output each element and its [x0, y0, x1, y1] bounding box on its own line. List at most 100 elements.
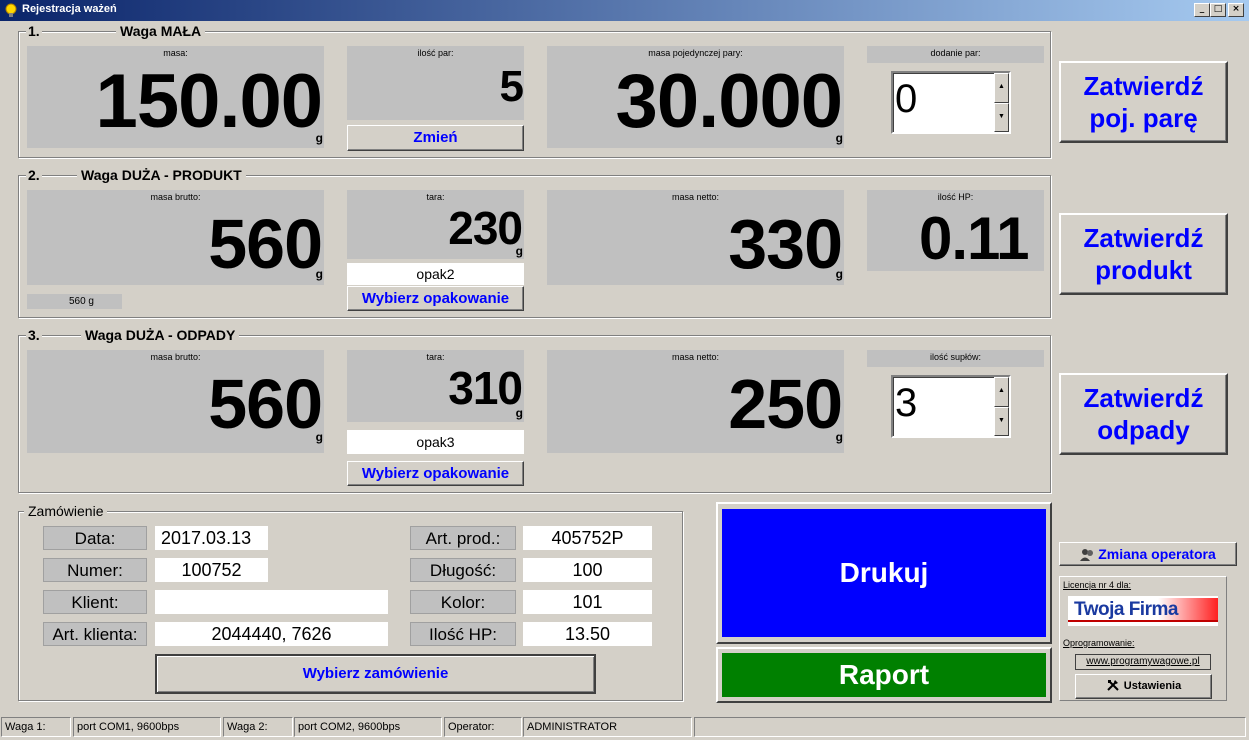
tara-produkt-unit: g	[515, 244, 523, 258]
zatwierdz-produkt-line1: Zatwierdź	[1083, 223, 1204, 253]
zmiana-operatora-label: Zmiana operatora	[1098, 546, 1216, 562]
numer-label: Numer:	[43, 558, 147, 582]
tara-produkt-value: 230	[448, 202, 523, 254]
netto-odpady-unit: g	[835, 430, 843, 444]
dlugosc-label: Długość:	[410, 558, 516, 582]
dlugosc-value: 100	[523, 558, 652, 582]
oprogramowanie-label: Oprogramowanie:	[1063, 638, 1135, 648]
section-2-title: Waga DUŻA - PRODUKT	[77, 167, 246, 183]
status-bar: Waga 1: port COM1, 9600bps Waga 2: port …	[0, 714, 1249, 740]
zatwierdz-pare-button[interactable]: Zatwierdź poj. parę	[1059, 61, 1228, 143]
close-button[interactable]: ×	[1228, 3, 1244, 17]
brutto-produkt-value: 560	[208, 205, 323, 283]
section-1-number: 1.	[26, 23, 42, 39]
waga2-value: port COM2, 9600bps	[294, 717, 442, 737]
zatwierdz-pare-line2: poj. parę	[1089, 103, 1198, 133]
netto-produkt-panel: masa netto: 330 g	[547, 190, 844, 285]
ilosc-hp-order-value: 13.50	[523, 622, 652, 646]
opakowanie-odpady-field: opak3	[347, 430, 524, 454]
netto-produkt-value: 330	[728, 205, 843, 283]
numer-value: 100752	[155, 558, 268, 582]
dodanie-par-value: 0	[895, 77, 918, 121]
ilosc-hp-value: 0.11	[919, 205, 1029, 271]
spin-down-icon[interactable]: ▼	[994, 406, 1009, 436]
dodanie-par-spinner[interactable]: 0 ▲ ▼	[891, 71, 1011, 134]
tara-odpady-unit: g	[515, 406, 523, 420]
tara-odpady-panel: tara: 310 g	[347, 350, 524, 422]
zatwierdz-produkt-line2: produkt	[1095, 255, 1192, 285]
zmien-button[interactable]: Zmień	[347, 125, 524, 151]
art-klienta-value: 2044440, 7626	[155, 622, 388, 646]
dodanie-par-header: dodanie par:	[867, 46, 1044, 63]
logo-text: Twoja Firma	[1074, 599, 1178, 620]
drukuj-button[interactable]: Drukuj	[716, 502, 1052, 644]
ilosc-suplow-label: ilość supłów:	[929, 352, 982, 362]
zatwierdz-odpady-button[interactable]: Zatwierdź odpady	[1059, 373, 1228, 455]
section-3-number: 3.	[26, 327, 42, 343]
netto-odpady-value: 250	[728, 365, 843, 443]
ilosc-par-value: 5	[499, 62, 525, 111]
zatwierdz-odpady-line1: Zatwierdź	[1083, 383, 1204, 413]
ilosc-suplow-header: ilość supłów:	[867, 350, 1044, 367]
ustawienia-button[interactable]: Ustawienia	[1075, 674, 1212, 699]
masa-pary-label: masa pojedynczej pary:	[648, 48, 743, 58]
brutto-odpady-unit: g	[315, 430, 323, 444]
ilosc-suplow-spinner[interactable]: 3 ▲ ▼	[891, 375, 1011, 438]
ustawienia-label: Ustawienia	[1123, 680, 1182, 692]
kolor-value: 101	[523, 590, 652, 614]
ilosc-par-label: ilość par:	[417, 48, 454, 58]
zatwierdz-pare-line1: Zatwierdź	[1083, 71, 1204, 101]
tara-produkt-panel: tara: 230 g	[347, 190, 524, 259]
operator-icon	[1080, 545, 1094, 561]
data-value: 2017.03.13	[155, 526, 268, 550]
brutto-produkt-label: masa brutto:	[150, 192, 201, 202]
netto-odpady-panel: masa netto: 250 g	[547, 350, 844, 453]
masa-value: 150.00	[95, 59, 323, 144]
maximize-button[interactable]: □	[1210, 3, 1226, 17]
tools-icon	[1106, 678, 1120, 692]
spin-up-icon[interactable]: ▲	[994, 73, 1009, 103]
raport-button[interactable]: Raport	[716, 647, 1052, 703]
netto-produkt-unit: g	[835, 267, 843, 281]
masa-unit: g	[315, 131, 323, 145]
zatwierdz-produkt-button[interactable]: Zatwierdź produkt	[1059, 213, 1228, 295]
window-client: 1. Waga MAŁA masa: 150.00 g ilość par: 5…	[0, 21, 1249, 740]
art-prod-label: Art. prod.:	[410, 526, 516, 550]
brutto-produkt-unit: g	[315, 267, 323, 281]
brutto-produkt-panel: masa brutto: 560 g	[27, 190, 324, 285]
spin-down-icon[interactable]: ▼	[994, 102, 1009, 132]
brutto-small-readout: 560 g	[27, 294, 122, 309]
zatwierdz-odpady-line2: odpady	[1097, 415, 1190, 445]
www-link[interactable]: www.programywagowe.pl	[1075, 654, 1211, 670]
brutto-odpady-label: masa brutto:	[150, 352, 201, 362]
operator-label: Operator:	[444, 717, 522, 737]
wybierz-opakowanie-odpady-button[interactable]: Wybierz opakowanie	[347, 461, 524, 486]
lightbulb-icon	[5, 3, 17, 17]
ilosc-hp-label: ilość HP:	[937, 192, 974, 202]
minimize-button[interactable]: _	[1194, 3, 1210, 17]
data-label: Data:	[43, 526, 147, 550]
tara-odpady-value: 310	[448, 362, 523, 414]
art-prod-value: 405752P	[523, 526, 652, 550]
opakowanie-produkt-field: opak2	[347, 263, 524, 285]
klient-label: Klient:	[43, 590, 147, 614]
ilosc-hp-order-label: Ilość HP:	[410, 622, 516, 646]
dodanie-par-label: dodanie par:	[930, 48, 981, 58]
status-empty-cell	[694, 717, 1246, 737]
waga2-label: Waga 2:	[223, 717, 293, 737]
klient-value	[155, 590, 388, 614]
operator-value: ADMINISTRATOR	[523, 717, 692, 737]
title-bar: Rejestracja ważeń _ □ ×	[0, 0, 1249, 21]
wybierz-opakowanie-produkt-button[interactable]: Wybierz opakowanie	[347, 286, 524, 311]
masa-label: masa:	[163, 48, 188, 58]
brutto-odpady-panel: masa brutto: 560 g	[27, 350, 324, 453]
wybierz-zamowienie-button[interactable]: Wybierz zamówienie	[155, 654, 596, 694]
art-klienta-label: Art. klienta:	[43, 622, 147, 646]
ilosc-hp-panel: ilość HP: 0.11	[867, 190, 1044, 271]
masa-pary-value: 30.000	[615, 59, 843, 144]
masa-pary-unit: g	[835, 131, 843, 145]
licencja-label: Licencja nr 4 dla:	[1063, 580, 1132, 590]
drukuj-label: Drukuj	[722, 509, 1046, 637]
zmiana-operatora-button[interactable]: Zmiana operatora	[1059, 542, 1237, 566]
spin-up-icon[interactable]: ▲	[994, 377, 1009, 407]
